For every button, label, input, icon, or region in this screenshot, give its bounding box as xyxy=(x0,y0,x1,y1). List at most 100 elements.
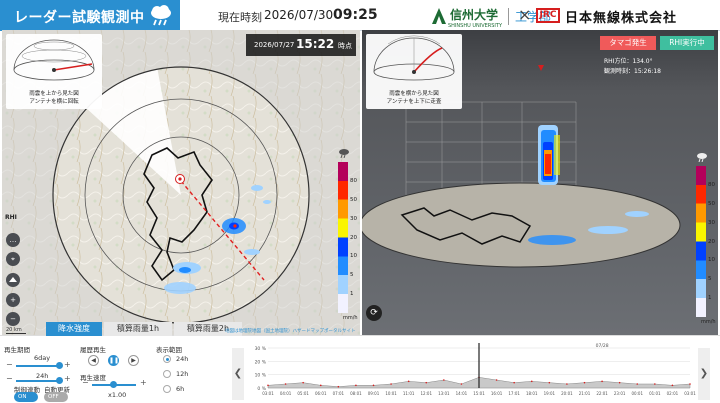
x-tick-label: 07:01 xyxy=(333,391,345,396)
hours-slider-knob[interactable] xyxy=(56,377,63,384)
bottom-controls: 降水強度 積算雨量1h 積算雨量2h 地図は地理院地図（国土地理院）ハザードマッ… xyxy=(0,322,720,403)
data-point xyxy=(601,380,603,383)
timeline-chart[interactable]: 30 %20 %10 %0 %03:01 04:01 05:01 06:01 07:01… xyxy=(246,342,696,403)
pause-button[interactable]: ❚❚ xyxy=(108,355,119,366)
range-6h-label: 6h xyxy=(176,385,185,393)
speed-minus[interactable]: − xyxy=(82,378,89,387)
legend-label: 5 xyxy=(708,276,712,283)
legend-label: 1 xyxy=(708,295,712,302)
data-point xyxy=(337,385,340,388)
range-12h-radio[interactable] xyxy=(163,370,171,378)
x-tick-label: 03:01 xyxy=(262,391,274,396)
history-label: 履歴再生 xyxy=(80,346,106,354)
playback-period-label: 再生期間 xyxy=(4,346,30,354)
data-point xyxy=(548,381,551,384)
header-bar: レーダー試験観測中 現在時刻 2026/07/30 09:25 信州大学 SHI… xyxy=(0,0,720,31)
legend-label: 10 xyxy=(350,253,357,260)
x-tick-label: 18:01 xyxy=(526,391,538,396)
3d-rhi-view[interactable]: 雨雲を横から見た図 アンテナを上下に走査 タマゴ発生 RHI実行中 RHI方位：… xyxy=(362,30,718,335)
tab-accum-1h[interactable]: 積算雨量1h xyxy=(104,322,172,336)
university-name: 信州大学 xyxy=(450,7,499,22)
speed-plus[interactable]: + xyxy=(140,378,147,387)
side-view-caption: 雨雲を横から見た図 アンテナを上下に走査 xyxy=(386,91,442,105)
legend-label: 50 xyxy=(708,200,715,207)
hours-plus[interactable]: + xyxy=(64,374,71,383)
zoom-in-button[interactable]: + xyxy=(6,293,20,307)
data-point xyxy=(618,381,621,384)
x-tick-label: 23:01 xyxy=(614,391,626,396)
chart-prev-button[interactable]: ❮ xyxy=(232,348,244,400)
display-range-label: 表示範囲 xyxy=(156,346,182,354)
y-tick-label: 20 % xyxy=(255,359,267,365)
tab-precipitation[interactable]: 降水強度 xyxy=(46,322,102,336)
x-tick-label: 09:01 xyxy=(368,391,380,396)
x-tick-label: 02:01 xyxy=(667,391,679,396)
x-tick-label: 06:01 xyxy=(315,391,327,396)
rhi-observation-time: 観測時刻：15:26:18 xyxy=(604,68,661,75)
x-tick-label: 14:01 xyxy=(456,391,468,396)
data-point xyxy=(513,381,515,384)
data-point xyxy=(530,380,533,383)
hours-minus[interactable]: − xyxy=(6,374,13,383)
legend-unit: mm/h xyxy=(701,319,716,325)
dome-icon xyxy=(13,39,95,81)
range-24h-label: 24h xyxy=(176,355,189,363)
left-color-legend: 80 50 30 20 10 5 1 mm/h xyxy=(338,148,358,321)
legend-unit: mm/h xyxy=(343,315,358,321)
obs-time: 15:22 xyxy=(296,37,335,51)
scale-bar: 20 km xyxy=(6,327,26,334)
data-type-tabs: 降水強度 積算雨量1h 積算雨量2h xyxy=(46,322,244,336)
right-color-legend: 80 50 30 20 10 5 1 mm/h xyxy=(696,152,716,325)
data-point xyxy=(355,384,357,387)
rhi-echo xyxy=(538,125,560,185)
period-plus[interactable]: + xyxy=(64,360,71,369)
obs-date: 2026/07/27 xyxy=(254,41,295,49)
x-tick-label: 20:01 xyxy=(561,391,573,396)
range-6h-radio[interactable] xyxy=(163,385,171,393)
current-clock: 09:25 xyxy=(333,7,378,23)
period-slider-knob[interactable] xyxy=(56,362,63,369)
data-point xyxy=(443,379,445,381)
auto-update-toggle[interactable]: OFF xyxy=(44,392,68,402)
hours-slider[interactable] xyxy=(16,380,60,382)
chart-next-button[interactable]: ❯ xyxy=(698,348,710,400)
range-24h-radio[interactable] xyxy=(163,355,171,363)
cloud-rain-icon xyxy=(339,149,349,158)
locate-button[interactable]: ⌖ xyxy=(6,252,20,266)
data-point xyxy=(689,383,691,385)
period-slider[interactable] xyxy=(16,365,60,367)
company-name: 日本無線株式会社 xyxy=(565,11,678,26)
rhi-status-badge: RHI実行中 xyxy=(660,36,714,50)
speed-slider-knob[interactable] xyxy=(110,381,117,388)
current-date: 2026/07/30 xyxy=(264,8,334,22)
y-tick-label: 10 % xyxy=(255,373,267,379)
y-tick-label: 30 % xyxy=(255,346,267,352)
data-point xyxy=(390,383,392,385)
dome-side-icon xyxy=(373,35,455,81)
period-minus[interactable]: − xyxy=(6,360,13,369)
more-button[interactable]: … xyxy=(6,233,20,247)
data-point xyxy=(372,384,375,387)
x-tick-label: 21:01 xyxy=(579,391,591,396)
data-point xyxy=(425,381,428,384)
rhi-button[interactable]: RHI xyxy=(5,214,17,221)
step-forward-button[interactable]: ▶ xyxy=(128,355,139,366)
hours-value: 24h xyxy=(36,372,49,380)
sync-toggle[interactable]: ON xyxy=(14,392,38,402)
side-view-hemisphere: 雨雲を横から見た図 アンテナを上下に走査 xyxy=(366,34,462,109)
tamago-status-badge: タマゴ発生 xyxy=(600,36,656,50)
x-tick-label: 00:01 xyxy=(631,391,643,396)
layers-button[interactable] xyxy=(6,273,20,287)
map-source-link[interactable]: 地図は地理院地図（国土地理院）ハザードマップポータルサイト xyxy=(225,328,356,334)
reset-view-button[interactable]: ⟳ xyxy=(366,305,382,321)
x-tick-label: 19:01 xyxy=(544,391,556,396)
date-label: 07/28 xyxy=(596,343,609,349)
step-back-button[interactable]: ◀ xyxy=(88,355,99,366)
x-tick-label: 05:01 xyxy=(297,391,309,396)
plan-view-map[interactable]: 雨雲を上から見た図 アンテナを横に回転 2026/07/27 15:22 時点 … xyxy=(2,30,360,335)
data-point xyxy=(284,383,287,385)
top-view-caption: 雨雲を上から見た図 アンテナを横に回転 xyxy=(29,91,79,105)
zoom-out-button[interactable]: − xyxy=(6,312,20,326)
x-tick-label: 08:01 xyxy=(350,391,362,396)
legend-label: 80 xyxy=(708,181,715,188)
